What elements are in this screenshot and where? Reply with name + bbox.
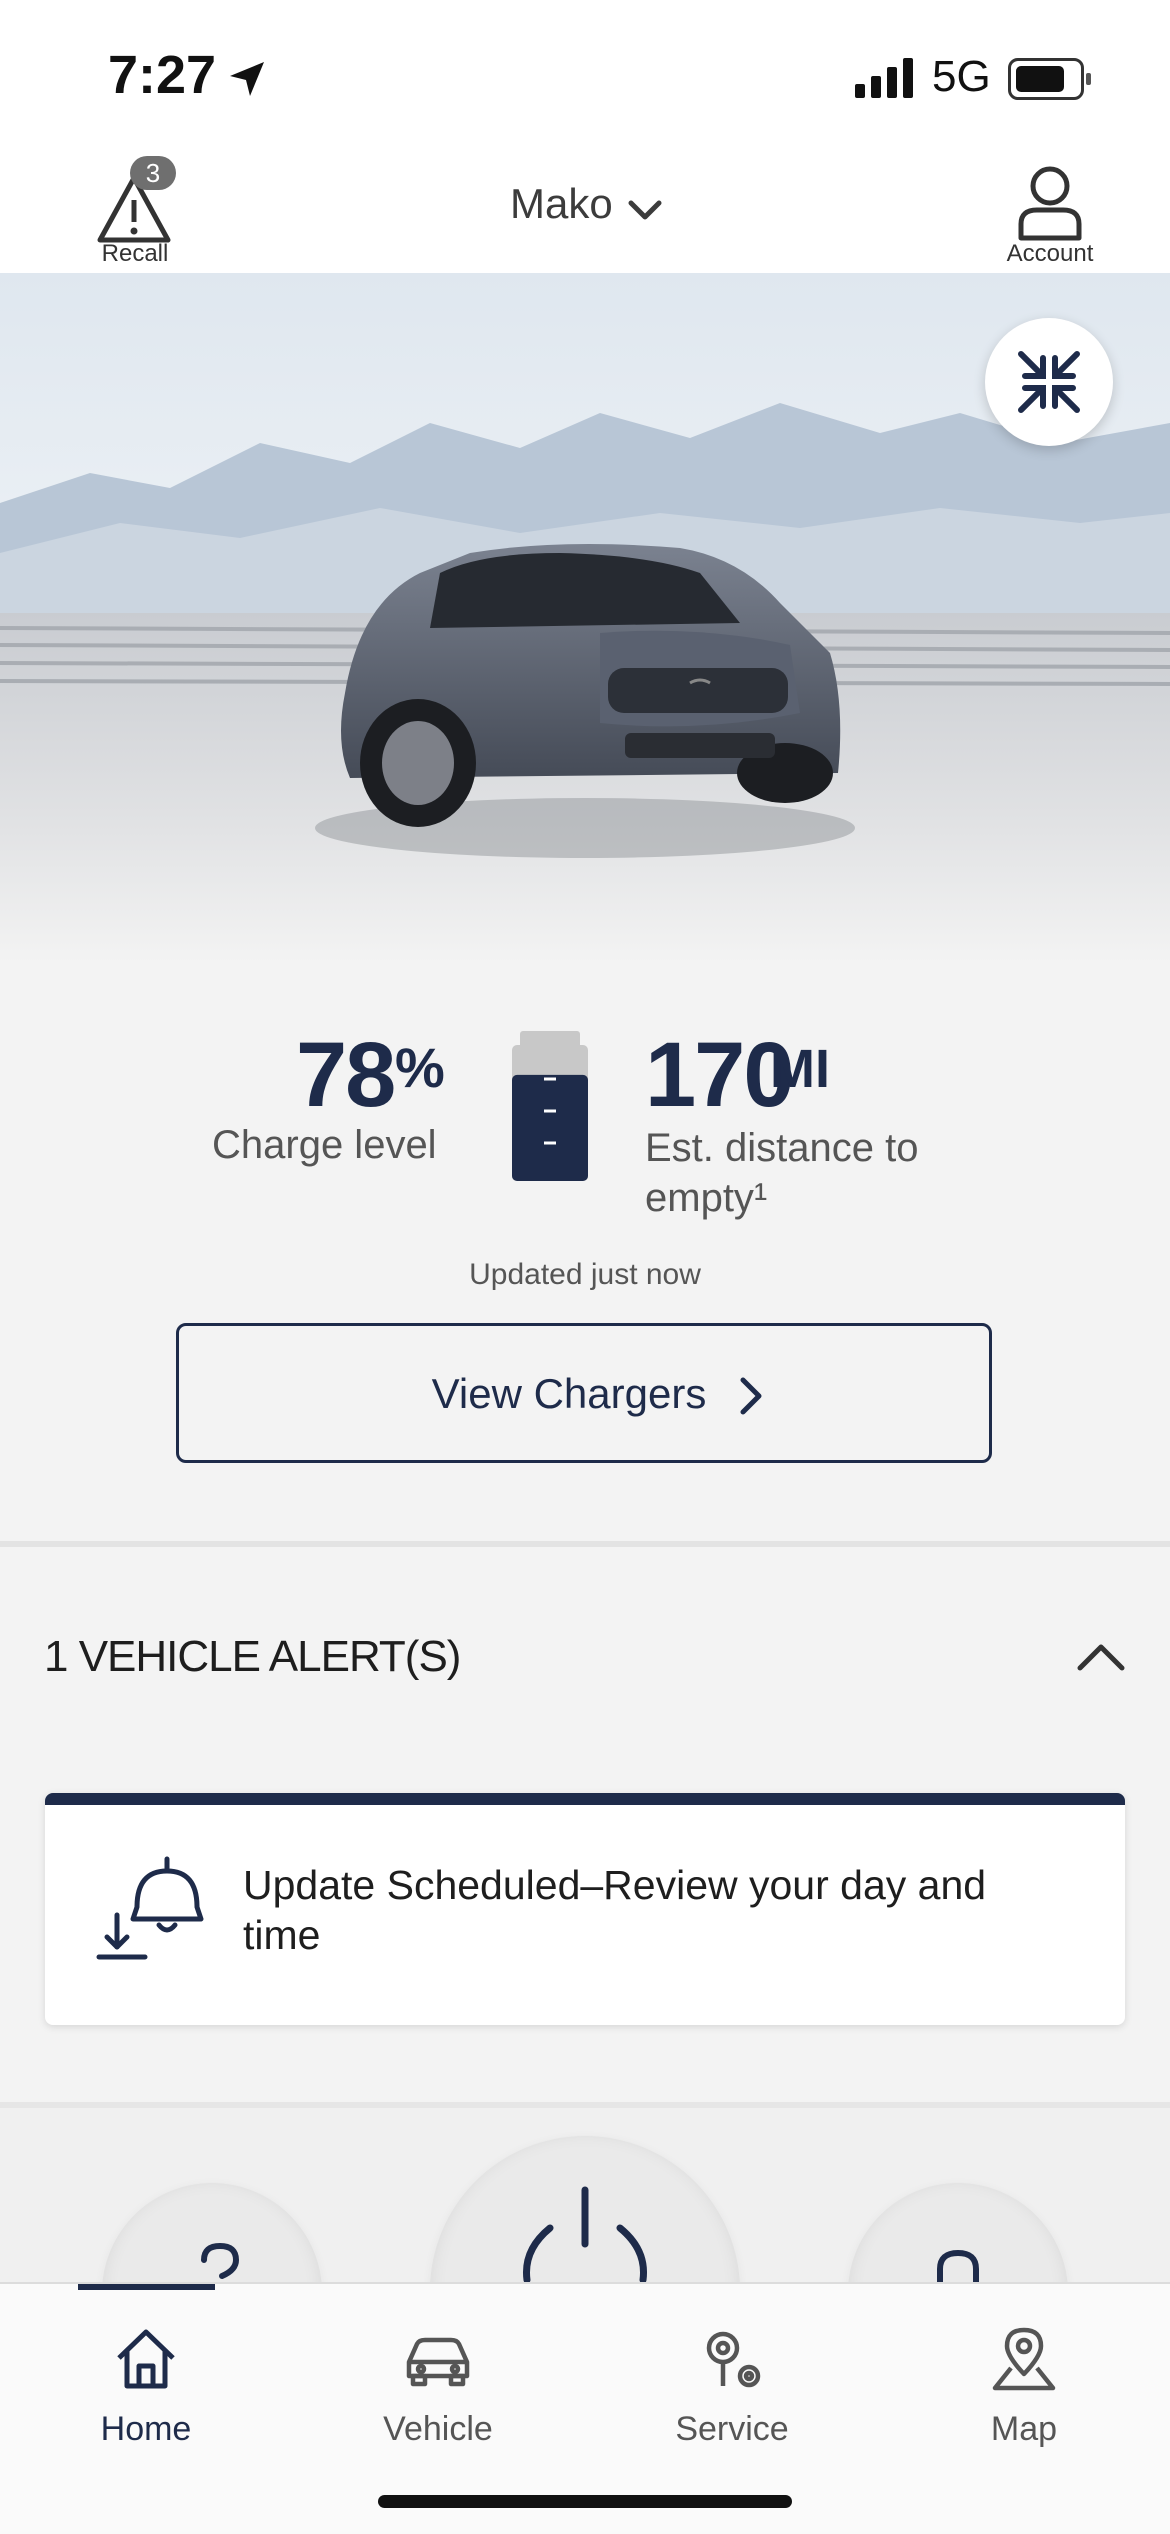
vehicle-alerts-title: 1 VEHICLE ALERT(S) bbox=[44, 1632, 461, 1681]
charge-level-unit: % bbox=[395, 1036, 445, 1099]
tab-vehicle-label: Vehicle bbox=[383, 2410, 493, 2448]
range-label: Est. distance to empty¹ bbox=[645, 1126, 919, 1220]
view-chargers-button[interactable]: View Chargers bbox=[176, 1323, 992, 1463]
chevron-up-icon[interactable] bbox=[1076, 1642, 1126, 1672]
chevron-down-icon[interactable] bbox=[628, 200, 662, 222]
question-icon bbox=[201, 2242, 240, 2279]
status-time: 7:27 bbox=[108, 45, 217, 105]
power-icon bbox=[522, 2186, 648, 2284]
collapse-view-button[interactable] bbox=[985, 318, 1113, 446]
recall-label: Recall bbox=[101, 240, 169, 267]
download-bell-icon bbox=[96, 1856, 204, 1960]
range-unit: MI bbox=[770, 1039, 830, 1099]
alert-card[interactable]: Update Scheduled–Review your day and tim… bbox=[45, 1793, 1125, 2025]
car-icon bbox=[406, 2337, 470, 2387]
person-icon bbox=[1018, 166, 1082, 241]
recall-count-badge: 3 bbox=[130, 156, 176, 190]
gears-icon bbox=[706, 2331, 761, 2388]
home-indicator bbox=[378, 2495, 792, 2508]
tab-map-label: Map bbox=[990, 2410, 1058, 2448]
location-arrow-icon bbox=[230, 62, 264, 96]
tab-service-label: Service bbox=[675, 2410, 789, 2448]
tab-service[interactable]: Service bbox=[612, 2304, 852, 2448]
tab-map[interactable]: Map bbox=[904, 2304, 1144, 2448]
charge-level-value: 78 bbox=[296, 1024, 396, 1126]
status-bar: 7:27 5G bbox=[0, 0, 1170, 140]
last-updated-text: Updated just now bbox=[469, 1258, 701, 1291]
view-chargers-label: View Chargers bbox=[431, 1370, 707, 1417]
quick-actions-dock bbox=[0, 2102, 1170, 2288]
charge-level-label: Charge level bbox=[212, 1123, 437, 1167]
vehicle-selector[interactable]: Mako bbox=[510, 180, 613, 228]
battery-level-icon bbox=[512, 1031, 588, 1181]
vehicle-status-panel: 78 % Charge level 170 MI Est. distance t… bbox=[0, 963, 1170, 1547]
tab-vehicle[interactable]: Vehicle bbox=[318, 2304, 558, 2448]
map-pin-icon bbox=[992, 2327, 1056, 2391]
account-label: Account bbox=[1006, 240, 1094, 267]
tab-home[interactable]: Home bbox=[26, 2304, 266, 2448]
collapse-arrows-icon bbox=[1018, 351, 1080, 413]
battery-icon bbox=[1008, 58, 1091, 100]
active-tab-indicator bbox=[78, 2284, 215, 2290]
vehicle-alerts-section: 1 VEHICLE ALERT(S) Update Scheduled–Revi… bbox=[0, 1547, 1170, 2102]
chevron-right-icon bbox=[740, 1377, 762, 1415]
network-type: 5G bbox=[932, 52, 991, 101]
alert-message: Update Scheduled–Review your day and tim… bbox=[243, 1862, 987, 1958]
top-app-bar: 3 Recall Mako Account bbox=[0, 140, 1170, 275]
tab-home-label: Home bbox=[100, 2410, 192, 2448]
cellular-signal-icon bbox=[855, 58, 913, 98]
home-icon bbox=[117, 2329, 175, 2389]
